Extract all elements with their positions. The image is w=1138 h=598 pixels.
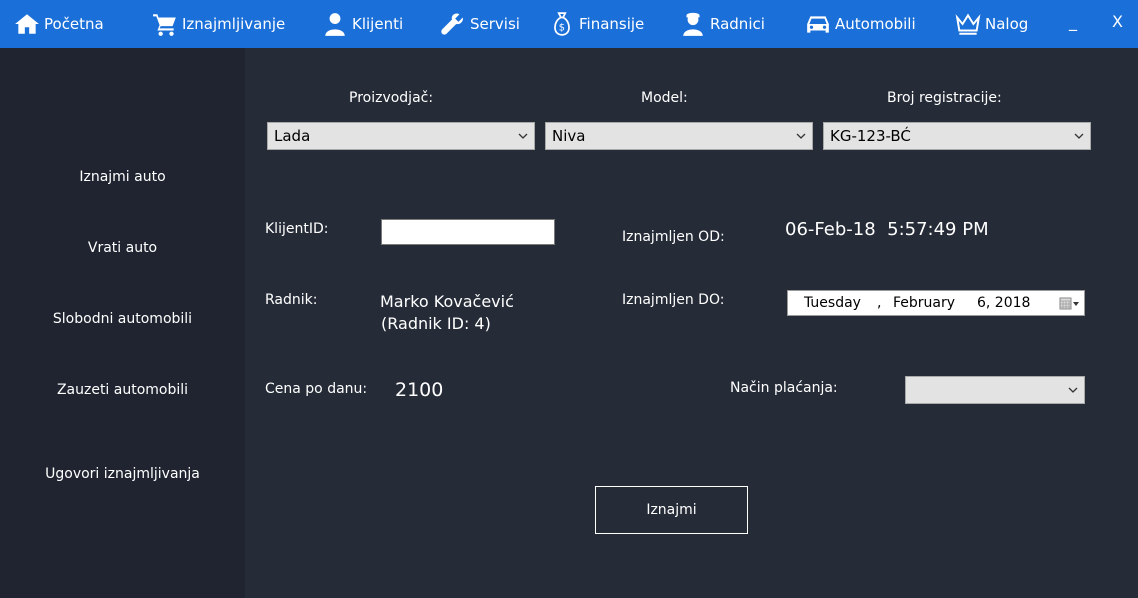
sidebar-item-rented-cars[interactable]: Zauzeti automobili	[0, 382, 245, 398]
date-day-year: 6, 2018	[977, 295, 1031, 311]
nav-home-label: Početna	[44, 15, 104, 33]
chevron-down-icon	[518, 133, 528, 139]
app-window: Početna Iznajmljivanje Klijenti Servisi …	[0, 0, 1138, 598]
rented-from-label: Iznajmljen OD:	[622, 229, 725, 245]
sidebar-item-return-car[interactable]: Vrati auto	[0, 240, 245, 256]
nav-clients-label: Klijenti	[352, 15, 404, 33]
manufacturer-label: Proizvodjač:	[349, 90, 434, 106]
calendar-dropdown-icon[interactable]	[1059, 297, 1081, 310]
worker-label: Radnik:	[265, 292, 318, 308]
date-separator: ,	[877, 295, 882, 311]
svg-text:$: $	[559, 23, 565, 34]
rented-to-datepicker[interactable]: Tuesday , February 6, 2018	[787, 290, 1085, 316]
date-weekday: Tuesday	[804, 295, 861, 311]
client-id-input[interactable]	[381, 219, 555, 245]
wrench-icon	[441, 13, 463, 35]
rented-to-label: Iznajmljen DO:	[622, 292, 725, 308]
price-label: Cena po danu:	[265, 381, 368, 397]
registration-select[interactable]: KG-123-BĆ	[823, 122, 1091, 150]
crown-icon	[955, 13, 981, 35]
nav-account[interactable]: Nalog	[955, 0, 1028, 48]
person-icon	[325, 13, 345, 36]
money-bag-icon: $	[554, 12, 570, 36]
registration-select-value: KG-123-BĆ	[830, 127, 911, 145]
nav-clients[interactable]: Klijenti	[322, 0, 403, 48]
registration-label: Broj registracije:	[887, 90, 1002, 106]
nav-services-label: Servisi	[470, 15, 520, 33]
model-select[interactable]: Niva	[545, 122, 813, 150]
car-icon	[807, 16, 829, 33]
manufacturer-select-value: Lada	[274, 127, 311, 145]
nav-home[interactable]: Početna	[14, 0, 104, 48]
model-label: Model:	[641, 90, 688, 106]
sidebar-item-available-cars[interactable]: Slobodni automobili	[0, 311, 245, 327]
nav-finance[interactable]: $ Finansije	[549, 0, 644, 48]
nav-finance-label: Finansije	[579, 15, 645, 33]
worker-name: Marko Kovačević	[380, 292, 514, 311]
nav-rentals-label: Iznajmljivanje	[182, 15, 286, 33]
date-month: February	[893, 295, 956, 311]
sidebar-item-rent-car[interactable]: Iznajmi auto	[0, 169, 245, 185]
chevron-down-icon	[1068, 387, 1078, 393]
sidebar: Iznajmi auto Vrati auto Slobodni automob…	[0, 48, 245, 598]
close-button[interactable]: X	[1112, 12, 1123, 31]
sidebar-item-rental-contracts[interactable]: Ugovori iznajmljivanja	[0, 466, 245, 482]
chevron-down-icon	[796, 133, 806, 139]
nav-workers[interactable]: Radnici	[680, 0, 765, 48]
nav-cars[interactable]: Automobili	[805, 0, 916, 48]
minimize-button[interactable]: _	[1069, 12, 1077, 31]
nav-cars-label: Automobili	[835, 15, 916, 33]
manufacturer-select[interactable]: Lada	[267, 122, 535, 150]
home-icon	[15, 14, 39, 34]
worker-icon	[683, 12, 703, 36]
nav-rentals[interactable]: Iznajmljivanje	[152, 0, 285, 48]
model-select-value: Niva	[552, 127, 586, 145]
rented-from-value: 06-Feb-18 5:57:49 PM	[785, 219, 989, 240]
payment-method-label: Način plaćanja:	[730, 380, 838, 396]
worker-id: (Radnik ID: 4)	[381, 314, 491, 333]
payment-method-select[interactable]	[905, 376, 1085, 404]
price-value: 2100	[395, 379, 444, 401]
chevron-down-icon	[1074, 133, 1084, 139]
cart-icon	[153, 14, 176, 36]
top-navigation: Početna Iznajmljivanje Klijenti Servisi …	[0, 0, 1138, 48]
rent-submit-button[interactable]: Iznajmi	[595, 486, 748, 534]
nav-workers-label: Radnici	[710, 15, 765, 33]
nav-services[interactable]: Servisi	[440, 0, 520, 48]
nav-account-label: Nalog	[985, 15, 1029, 33]
client-id-label: KlijentID:	[265, 221, 329, 237]
